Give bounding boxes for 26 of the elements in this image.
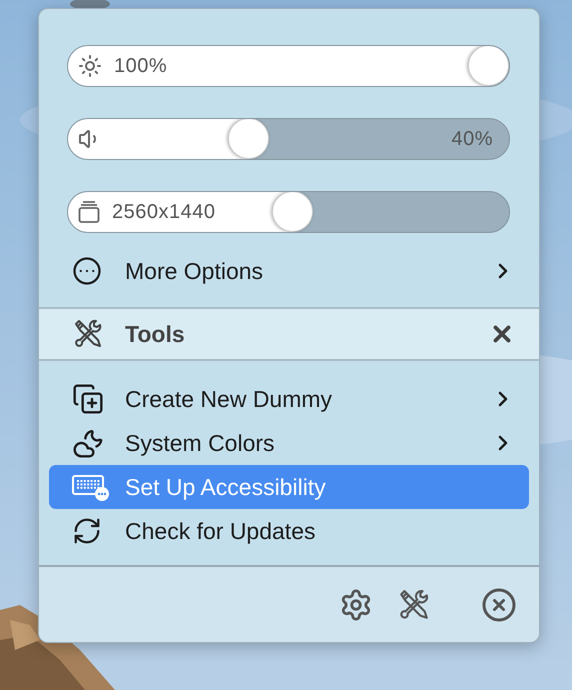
- keyboard-icon: [72, 473, 110, 501]
- slider-value: 40%: [451, 128, 493, 150]
- slider-value: 100%: [114, 54, 168, 78]
- cloud-moon-icon: [72, 427, 104, 459]
- menu-item[interactable]: Create New Dummy: [49, 377, 529, 421]
- slider-value: 2560x1440: [112, 200, 216, 224]
- slider-thumb[interactable]: [228, 119, 269, 159]
- close-icon: [481, 586, 517, 622]
- menu-item[interactable]: More Options: [49, 249, 529, 293]
- slider-thumb[interactable]: [468, 46, 509, 86]
- settings-button[interactable]: [339, 588, 373, 622]
- section-title: Tools: [125, 320, 186, 348]
- tools-button[interactable]: [397, 588, 431, 622]
- settings-icon: [339, 588, 373, 622]
- quit-button[interactable]: [481, 586, 517, 622]
- menu-item[interactable]: System Colors: [49, 421, 529, 465]
- tools-icon: [72, 318, 104, 350]
- tools-icon: [397, 588, 431, 622]
- add-display-icon: [72, 383, 104, 415]
- refresh-icon: [72, 516, 102, 546]
- resolution-slider[interactable]: 2560x1440: [67, 191, 510, 233]
- menu-item[interactable]: Check for Updates: [49, 509, 529, 553]
- brightness-slider[interactable]: 100%: [67, 45, 510, 87]
- brightness-icon: [78, 54, 102, 78]
- more-icon: [72, 256, 102, 286]
- display-icon: [78, 200, 100, 224]
